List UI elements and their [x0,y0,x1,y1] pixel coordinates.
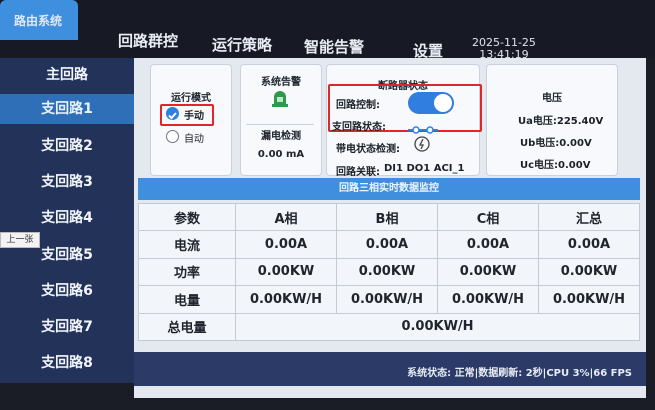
branch-status-label: 支回路状态: [332,122,386,133]
prev-page-button[interactable]: 上一张 [0,232,40,248]
header-phase-b: B相 [336,202,438,232]
row-label-current: 电流 [138,230,236,259]
alarm-lamp-icon [270,88,290,108]
control-label: 回路控制: [336,100,380,111]
power-status-icon [414,136,430,152]
cell-power-a: 0.00KW [235,257,337,287]
phase-data-table: 参数 A相 B相 C相 汇总 电流 0.00A 0.00A 0.00A 0.00… [138,202,640,342]
table-row: 功率 0.00KW 0.00KW 0.00KW 0.00KW [138,257,640,287]
cell-power-c: 0.00KW [437,257,539,287]
sidebar-item-branch-6[interactable]: 支回路6 [0,276,134,306]
nav-tab-active-label: 路由系统 [14,14,63,28]
alarm-title: 系统告警 [261,77,301,88]
sidebar-item-branch-8[interactable]: 支回路8 [0,348,134,378]
status-bar: 系统状态: 正常|数据刷新: 2秒|CPU 3%|66 FPS [134,352,646,386]
manual-radio[interactable] [166,107,179,120]
auto-label: 自动 [184,134,204,145]
breaker-closed-icon [408,120,438,134]
cell-energy-b: 0.00KW/H [336,285,438,314]
row-label-power: 功率 [138,257,236,287]
alarm-divider [246,124,314,125]
row-label-energy: 电量 [138,285,236,314]
header-phase-c: C相 [437,202,539,232]
sidebar: 主回路 支回路1 支回路2 支回路3 支回路4 支回路5 支回路6 支回路7 支… [0,58,134,383]
cell-energy-total: 0.00KW/H [538,285,640,314]
cell-total-energy: 0.00KW/H [235,312,640,342]
cell-power-total: 0.00KW [538,257,640,287]
nav-tab-group-control[interactable]: 回路群控 [118,30,178,51]
manual-label: 手动 [184,111,204,122]
header-phase-a: A相 [235,202,337,232]
header-total: 汇总 [538,202,640,232]
cell-power-b: 0.00KW [336,257,438,287]
auto-radio[interactable] [166,130,179,143]
relay-value: DI1 DO1 ACI_1 [384,163,465,174]
check-icon [168,112,177,120]
table-header-row: 参数 A相 B相 C相 汇总 [138,202,640,232]
sidebar-item-main-loop[interactable]: 主回路 [0,60,134,90]
cell-energy-a: 0.00KW/H [235,285,337,314]
sidebar-item-branch-4[interactable]: 支回路4 [0,203,134,233]
nav-tab-run-strategy[interactable]: 运行策略 [212,34,272,55]
live-detect-label: 带电状态检测: [336,144,400,155]
alarm-card: 系统告警 漏电检测 0.00 mA [240,64,322,176]
status-text: 系统状态: 正常|数据刷新: 2秒|CPU 3%|66 FPS [407,368,632,379]
nav-tab-active[interactable]: 路由系统 [0,0,78,40]
ub-voltage: Ub电压:0.00V [520,138,592,149]
leak-title: 漏电检测 [261,131,301,142]
monitor-header: 回路三相实时数据监控 [138,178,640,200]
loop-control-toggle[interactable] [408,92,454,114]
sidebar-item-branch-1[interactable]: 支回路1 [0,94,134,124]
cell-current-b: 0.00A [336,230,438,259]
cell-current-a: 0.00A [235,230,337,259]
header-param: 参数 [138,202,236,232]
table-row: 总电量 0.00KW/H [138,312,640,342]
sidebar-item-branch-7[interactable]: 支回路7 [0,312,134,342]
uc-voltage: Uc电压:0.00V [520,160,591,171]
sidebar-item-branch-2[interactable]: 支回路2 [0,131,134,161]
voltage-title: 电压 [542,93,562,104]
cell-current-c: 0.00A [437,230,539,259]
table-row: 电流 0.00A 0.00A 0.00A 0.00A [138,230,640,259]
leak-value: 0.00 mA [257,149,305,160]
relay-label: 回路关联: [336,167,380,178]
top-nav-bar: 路由系统 回路群控 运行策略 智能告警 设置 2025-11-25 13:41:… [0,0,655,61]
table-row: 电量 0.00KW/H 0.00KW/H 0.00KW/H 0.00KW/H [138,285,640,314]
mode-title: 运行模式 [171,93,211,104]
cell-current-total: 0.00A [538,230,640,259]
sidebar-item-branch-3[interactable]: 支回路3 [0,167,134,197]
ua-voltage: Ua电压:225.40V [518,116,604,127]
nav-tab-smart-alarm[interactable]: 智能告警 [304,36,364,57]
cell-energy-c: 0.00KW/H [437,285,539,314]
row-label-total-energy: 总电量 [138,312,236,342]
